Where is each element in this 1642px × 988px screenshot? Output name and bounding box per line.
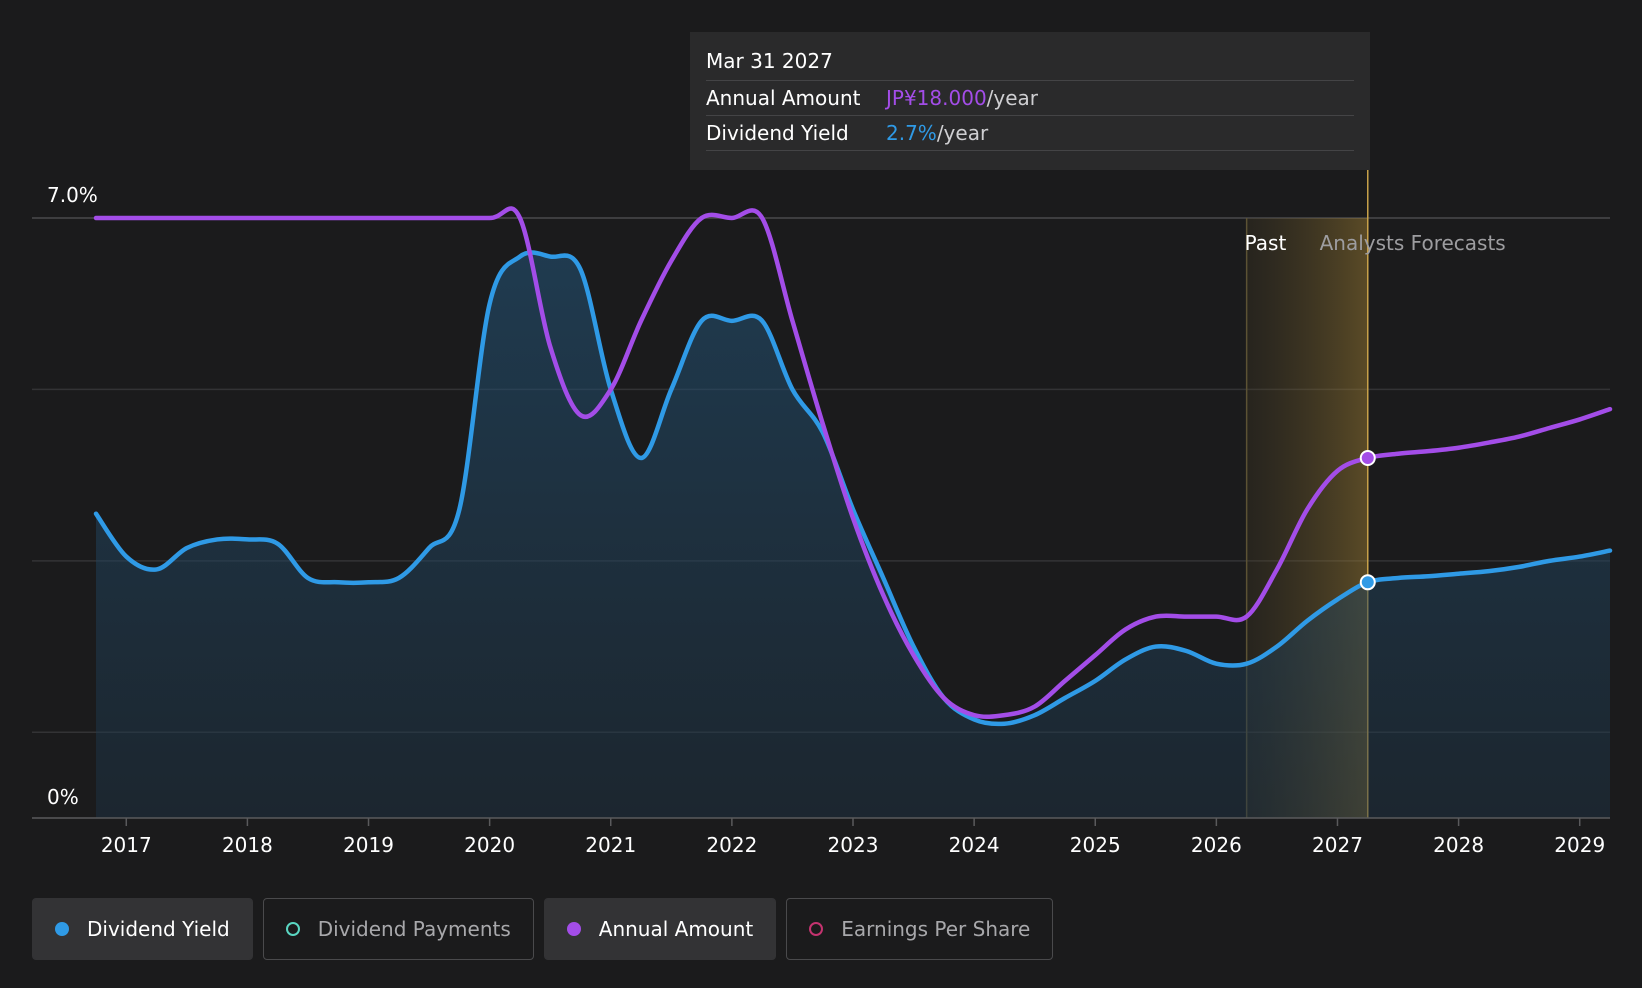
x-tick-label: 2024 xyxy=(949,833,1000,857)
legend-dot-icon xyxy=(566,922,581,936)
tooltip-row-dividend-yield: Dividend Yield 2.7% /year xyxy=(706,116,1354,151)
tooltip-label: Annual Amount xyxy=(706,86,861,110)
x-tick-label: 2029 xyxy=(1554,833,1605,857)
tooltip-row-annual-amount: Annual Amount JP¥18.000 /year xyxy=(706,81,1354,116)
legend-dividend-payments[interactable]: Dividend Payments xyxy=(262,898,534,960)
tooltip-date: Mar 31 2027 xyxy=(706,46,1354,81)
tooltip-value: 2.7% xyxy=(886,121,937,145)
y-tick-label: 0% xyxy=(47,785,79,809)
annual-amount-hover-point xyxy=(1359,450,1376,466)
series-layer xyxy=(93,206,1613,818)
past-label: Past xyxy=(1245,231,1287,255)
legend-label: Annual Amount xyxy=(598,917,754,941)
x-tick-label: 2025 xyxy=(1070,833,1121,857)
legend-dot-icon xyxy=(809,922,824,936)
x-axis-ticks: 2017 2018 2019 2020 2021 2022 2023 2024 2025 2026… xyxy=(101,818,1605,857)
y-tick-label: 7.0% xyxy=(47,183,98,207)
dividend-yield-hover-point xyxy=(1359,574,1376,591)
x-tick-label: 2022 xyxy=(706,833,757,857)
tooltip-unit: /year xyxy=(986,86,1039,110)
tooltip-value: JP¥18.000 xyxy=(886,86,987,110)
x-tick-label: 2028 xyxy=(1433,833,1484,857)
chart-tooltip: Mar 31 2027 Annual Amount JP¥18.000 /yea… xyxy=(690,32,1370,170)
forecast-label: Analysts Forecasts xyxy=(1320,231,1506,255)
x-tick-label: 2027 xyxy=(1312,833,1363,857)
tooltip-label: Dividend Yield xyxy=(706,121,849,145)
legend-dot-icon xyxy=(55,922,69,936)
tooltip-unit: /year xyxy=(936,121,989,145)
dividend-yield-area xyxy=(96,252,1610,818)
chart-legend: Dividend Yield Dividend Payments Annual … xyxy=(32,898,1054,960)
y-axis-ticks: 7.0% 0% xyxy=(47,183,98,809)
legend-label: Dividend Payments xyxy=(317,917,511,941)
legend-dividend-yield[interactable]: Dividend Yield xyxy=(32,898,253,960)
legend-earnings-per-share[interactable]: Earnings Per Share xyxy=(786,898,1054,960)
x-tick-label: 2019 xyxy=(343,833,394,857)
x-tick-label: 2023 xyxy=(828,833,879,857)
legend-label: Earnings Per Share xyxy=(841,917,1031,941)
legend-dot-icon xyxy=(285,922,300,936)
legend-annual-amount[interactable]: Annual Amount xyxy=(543,898,777,960)
x-tick-label: 2021 xyxy=(585,833,636,857)
x-tick-label: 2026 xyxy=(1191,833,1242,857)
legend-label: Dividend Yield xyxy=(87,917,230,941)
x-tick-label: 2020 xyxy=(464,833,515,857)
x-tick-label: 2018 xyxy=(222,833,273,857)
x-tick-label: 2017 xyxy=(101,833,152,857)
